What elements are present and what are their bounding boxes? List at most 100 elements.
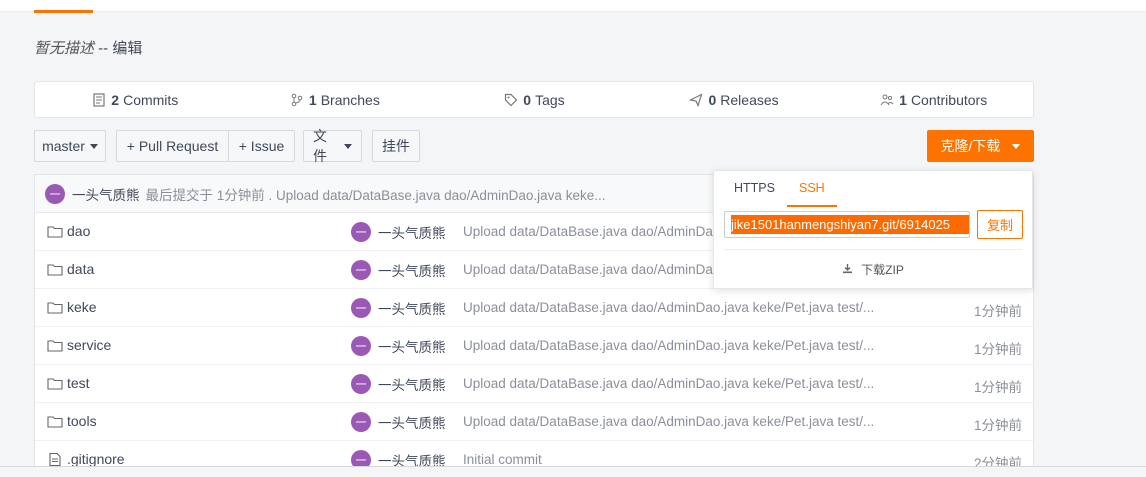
clone-download-button[interactable]: 克隆/下载: [927, 130, 1034, 162]
clone-url-input[interactable]: 6914025/jike1501hanmengshiyan7.git: [724, 211, 970, 238]
releases-icon: [689, 92, 703, 107]
files-menu-button[interactable]: 文件: [303, 128, 362, 164]
commit-message-link[interactable]: Initial commit: [463, 452, 898, 467]
stat-tags-count: 0: [523, 91, 532, 108]
folder-icon: [47, 415, 63, 428]
tags-icon: [505, 93, 518, 106]
active-tab-indicator: [34, 10, 93, 13]
folder-icon: [47, 225, 63, 238]
tab-ssh[interactable]: SSH: [786, 171, 837, 207]
download-icon: [843, 264, 853, 274]
branches-icon: [291, 93, 303, 106]
commit-author[interactable]: 一一头气质熊: [351, 336, 446, 356]
file-name: dao: [67, 223, 91, 239]
stat-commits[interactable]: 2 Commits: [35, 82, 235, 117]
chevron-down-icon: [344, 143, 352, 149]
description-text: 暂无描述: [34, 40, 95, 57]
tab-https[interactable]: HTTPS: [722, 171, 787, 207]
top-nav-bar: [0, 0, 1146, 13]
pull-request-label: + Pull Request: [126, 138, 219, 154]
commit-author-name: 一头气质熊: [378, 264, 446, 279]
avatar[interactable]: 一: [45, 183, 65, 204]
chevron-down-icon: [89, 143, 98, 149]
issue-label: + Issue: [238, 138, 285, 154]
table-row: service 一一头气质熊 Upload data/DataBase.java d…: [35, 327, 1033, 365]
file-name-link[interactable]: .gitignore: [47, 451, 125, 467]
avatar: 一: [351, 260, 371, 280]
stat-commits-count: 2: [111, 91, 120, 108]
file-name: service: [67, 337, 112, 353]
description-separator: --: [94, 40, 113, 57]
last-commit-meta[interactable]: 最后提交于 1分钟前 . Upload data/DataBase.java d…: [146, 184, 606, 204]
clone-url-text: 6914025/jike1501hanmengshiyan7.git: [731, 215, 969, 234]
commit-message-link[interactable]: Upload data/DataBase.java dao/AdminDao.j…: [463, 414, 898, 429]
commit-author[interactable]: 一一头气质熊: [351, 222, 446, 242]
file-icon: [49, 452, 61, 466]
file-name-link[interactable]: data: [47, 261, 94, 277]
clone-protocol-tabs: HTTPS SSH: [722, 171, 837, 207]
stat-releases-label: Releases: [720, 91, 779, 108]
stat-commits-label: Commits: [123, 91, 179, 108]
avatar: 一: [351, 374, 371, 394]
stat-branches-label: Branches: [320, 91, 380, 108]
commit-author-name: 一头气质熊: [378, 226, 446, 241]
stat-contributors-label: Contributors: [910, 91, 988, 108]
branch-select[interactable]: master: [34, 130, 106, 162]
commit-time: 1分钟前: [973, 342, 1022, 357]
folder-icon: [47, 339, 63, 352]
commit-author[interactable]: 一一头气质熊: [351, 412, 446, 432]
pull-request-button[interactable]: + Pull Request: [116, 130, 229, 162]
file-name-link[interactable]: keke: [47, 299, 97, 315]
stat-releases-count: 0: [708, 91, 717, 108]
edit-description-link[interactable]: 编辑: [112, 40, 142, 57]
commit-author[interactable]: 一一头气质熊: [351, 260, 446, 280]
stat-contributors[interactable]: 1 Contributors: [833, 82, 1033, 117]
last-commit-author[interactable]: 一头气质熊: [72, 184, 140, 204]
stat-tags-label: Tags: [535, 91, 565, 108]
branch-select-label: master: [42, 138, 85, 154]
commit-message-link[interactable]: Upload data/DataBase.java dao/AdminDao.j…: [463, 338, 898, 353]
file-name-link[interactable]: dao: [47, 223, 90, 239]
download-zip-link[interactable]: 下载ZIP: [714, 261, 1032, 278]
table-row: tools 一一头气质熊 Upload data/DataBase.java dao…: [35, 403, 1033, 441]
browser-status-bar: [0, 466, 1146, 477]
file-name-link[interactable]: test: [47, 375, 90, 391]
file-name-link[interactable]: tools: [47, 413, 97, 429]
copy-url-button[interactable]: 复制: [977, 210, 1023, 239]
commit-author-name: 一头气质熊: [378, 378, 446, 393]
commit-time: 1分钟前: [973, 304, 1022, 319]
file-name: keke: [67, 299, 97, 315]
avatar: 一: [351, 336, 371, 356]
widgets-button[interactable]: 挂件: [372, 130, 420, 162]
stat-branches-count: 1: [308, 91, 317, 108]
folder-icon: [47, 301, 63, 314]
chevron-down-icon: [1012, 143, 1021, 149]
commit-author[interactable]: 一一头气质熊: [351, 298, 446, 318]
commit-author-name: 一头气质熊: [378, 340, 446, 355]
repo-stats-bar: 2 Commits 1 Branches 0 Tags 0 Releases 1…: [34, 81, 1034, 118]
folder-icon: [47, 377, 63, 390]
commit-message-link[interactable]: Upload data/DataBase.java dao/AdminDao.j…: [463, 376, 898, 391]
download-zip-label: 下载ZIP: [861, 263, 904, 277]
stat-branches[interactable]: 1 Branches: [235, 82, 435, 117]
stat-releases[interactable]: 0 Releases: [634, 82, 834, 117]
table-row: test 一一头气质熊 Upload data/DataBase.java dao/…: [35, 365, 1033, 403]
file-name-link[interactable]: service: [47, 337, 111, 353]
commit-author-name: 一头气质熊: [378, 302, 446, 317]
file-name: data: [67, 261, 95, 277]
commit-time: 1分钟前: [973, 418, 1022, 433]
commit-message-link[interactable]: Upload data/DataBase.java dao/AdminDao.j…: [463, 300, 898, 315]
commit-author-name: 一头气质熊: [378, 416, 446, 431]
avatar: 一: [351, 222, 371, 242]
file-name: test: [67, 375, 90, 391]
file-name: tools: [67, 413, 97, 429]
stat-tags[interactable]: 0 Tags: [434, 82, 634, 117]
avatar: 一: [351, 298, 371, 318]
issue-button[interactable]: + Issue: [228, 130, 295, 162]
widgets-label: 挂件: [382, 138, 410, 154]
commit-author[interactable]: 一一头气质熊: [351, 374, 446, 394]
stat-contributors-count: 1: [899, 91, 907, 108]
table-row: keke 一一头气质熊 Upload data/DataBase.java dao/…: [35, 289, 1033, 327]
popup-divider: [724, 249, 1022, 250]
contributors-icon: [880, 94, 894, 105]
